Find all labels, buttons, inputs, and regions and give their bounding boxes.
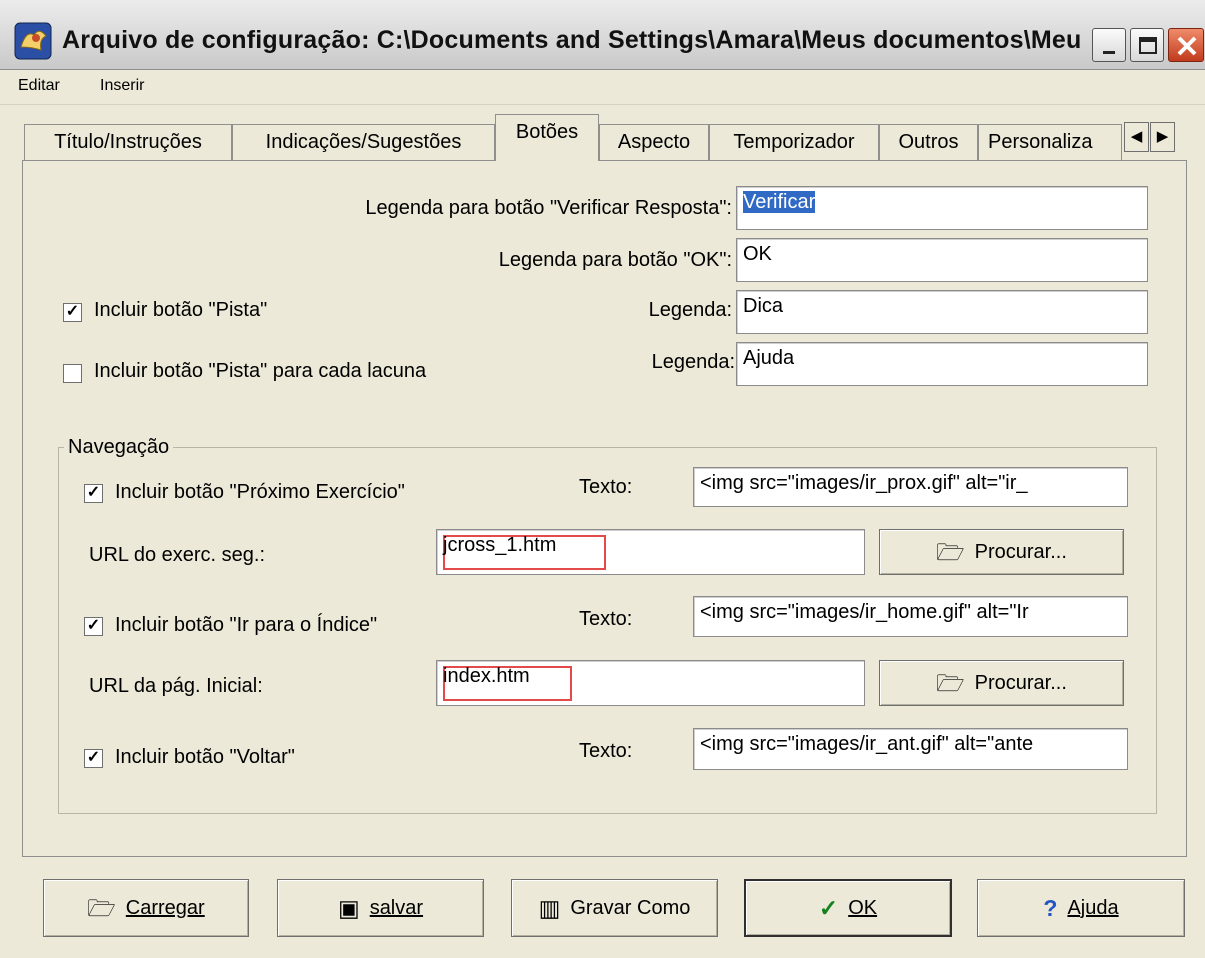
home-url-label: URL da pág. Inicial:: [89, 675, 263, 697]
help-button-label: Ajuda: [1067, 896, 1119, 919]
back-text-input[interactable]: <img src="images/ir_ant.gif" alt="ante: [693, 728, 1128, 770]
browse-home-url-button-label: Procurar...: [974, 671, 1067, 694]
next-url-value: jcross_1.htm: [443, 534, 557, 556]
tab-botoes[interactable]: Botões: [495, 114, 599, 161]
next-text-label: Texto:: [579, 476, 633, 498]
tab-scroll-left-button[interactable]: ◀: [1124, 122, 1149, 152]
ok-button[interactable]: ✓ OK: [744, 879, 952, 937]
tab-indicacoes-sugestoes[interactable]: Indicações/Sugestões: [232, 124, 495, 160]
home-url-input[interactable]: index.htm: [436, 660, 865, 706]
index-checkbox[interactable]: ✓: [84, 617, 103, 636]
tab-scroll-right-button[interactable]: ▶: [1150, 122, 1175, 152]
browse-next-url-button-label: Procurar...: [974, 540, 1067, 563]
back-checkbox[interactable]: ✓: [84, 749, 103, 768]
tab-titulo-instrucoes[interactable]: Título/Instruções: [24, 124, 232, 160]
menu-item-editar[interactable]: Editar: [18, 77, 60, 95]
gap-hint-caption-input[interactable]: Ajuda: [736, 342, 1148, 386]
ok-button-label: OK: [848, 896, 878, 919]
minimize-icon: [1103, 51, 1115, 54]
load-button-label: Carregar: [125, 896, 205, 919]
floppy-disk-icon: ▣: [337, 894, 360, 921]
close-button[interactable]: [1168, 28, 1204, 62]
verify-caption-label: Legenda para botão "Verificar Resposta":: [365, 197, 732, 219]
window-title: Arquivo de configuração: C:\Documents an…: [62, 26, 1082, 54]
menu-item-inserir[interactable]: Inserir: [100, 77, 144, 95]
browse-next-url-button[interactable]: 🗁 Procurar...: [879, 529, 1124, 575]
help-button[interactable]: ? Ajuda: [977, 879, 1185, 937]
save-button[interactable]: ▣ salvar: [277, 879, 484, 937]
ok-caption-label: Legenda para botão "OK":: [498, 249, 732, 271]
folder-open-icon: 🗁: [87, 894, 116, 921]
tab-temporizador[interactable]: Temporizador: [709, 124, 879, 160]
navigation-group-title: Navegação: [64, 436, 174, 459]
tab-outros[interactable]: Outros: [879, 124, 978, 160]
next-url-input[interactable]: jcross_1.htm: [436, 529, 865, 575]
gap-hint-caption-label: Legenda:: [651, 351, 735, 373]
next-text-input[interactable]: <img src="images/ir_prox.gif" alt="ir_: [693, 467, 1128, 507]
hint-checkbox-label: Incluir botão "Pista": [94, 299, 268, 321]
gap-hint-checkbox[interactable]: [63, 364, 82, 383]
app-icon: [14, 22, 52, 60]
checkmark-icon: ✓: [818, 894, 839, 921]
next-exercise-checkbox[interactable]: ✓: [84, 484, 103, 503]
index-text-input[interactable]: <img src="images/ir_home.gif" alt="Ir: [693, 596, 1128, 637]
menu-bar: [0, 71, 1205, 105]
load-button[interactable]: 🗁 Carregar: [43, 879, 249, 937]
verify-caption-selected-text: Verificar: [743, 191, 816, 213]
back-checkbox-label: Incluir botão "Voltar": [115, 746, 295, 768]
right-arrow-icon: ▶: [1156, 128, 1169, 145]
browse-home-url-button[interactable]: 🗁 Procurar...: [879, 660, 1124, 706]
save-button-label: salvar: [369, 896, 424, 919]
maximize-icon: [1139, 37, 1157, 54]
hint-checkbox[interactable]: ✓: [63, 303, 82, 322]
save-as-icon: ▥: [538, 894, 561, 921]
save-as-button[interactable]: ▥ Gravar Como: [511, 879, 718, 937]
tab-aspecto[interactable]: Aspecto: [599, 124, 709, 160]
maximize-button[interactable]: [1130, 28, 1164, 62]
hint-caption-label: Legenda:: [648, 299, 732, 321]
question-mark-icon: ?: [1043, 894, 1058, 921]
minimize-button[interactable]: [1092, 28, 1126, 62]
hint-caption-input[interactable]: Dica: [736, 290, 1148, 334]
close-icon: [1177, 36, 1197, 56]
folder-open-icon: 🗁: [936, 669, 965, 696]
verify-caption-input[interactable]: Verificar: [736, 186, 1148, 230]
index-text-label: Texto:: [579, 608, 633, 630]
next-exercise-checkbox-label: Incluir botão "Próximo Exercício": [115, 481, 405, 503]
tab-personaliza[interactable]: Personaliza: [978, 124, 1122, 160]
ok-caption-input[interactable]: OK: [736, 238, 1148, 282]
folder-open-icon: 🗁: [936, 538, 965, 565]
save-as-button-label: Gravar Como: [570, 896, 691, 919]
back-text-label: Texto:: [579, 740, 633, 762]
next-url-label: URL do exerc. seg.:: [89, 544, 266, 566]
home-url-value: index.htm: [443, 665, 530, 687]
left-arrow-icon: ◀: [1130, 128, 1143, 145]
gap-hint-checkbox-label: Incluir botão "Pista" para cada lacuna: [94, 360, 427, 382]
index-checkbox-label: Incluir botão "Ir para o Índice": [115, 614, 378, 636]
